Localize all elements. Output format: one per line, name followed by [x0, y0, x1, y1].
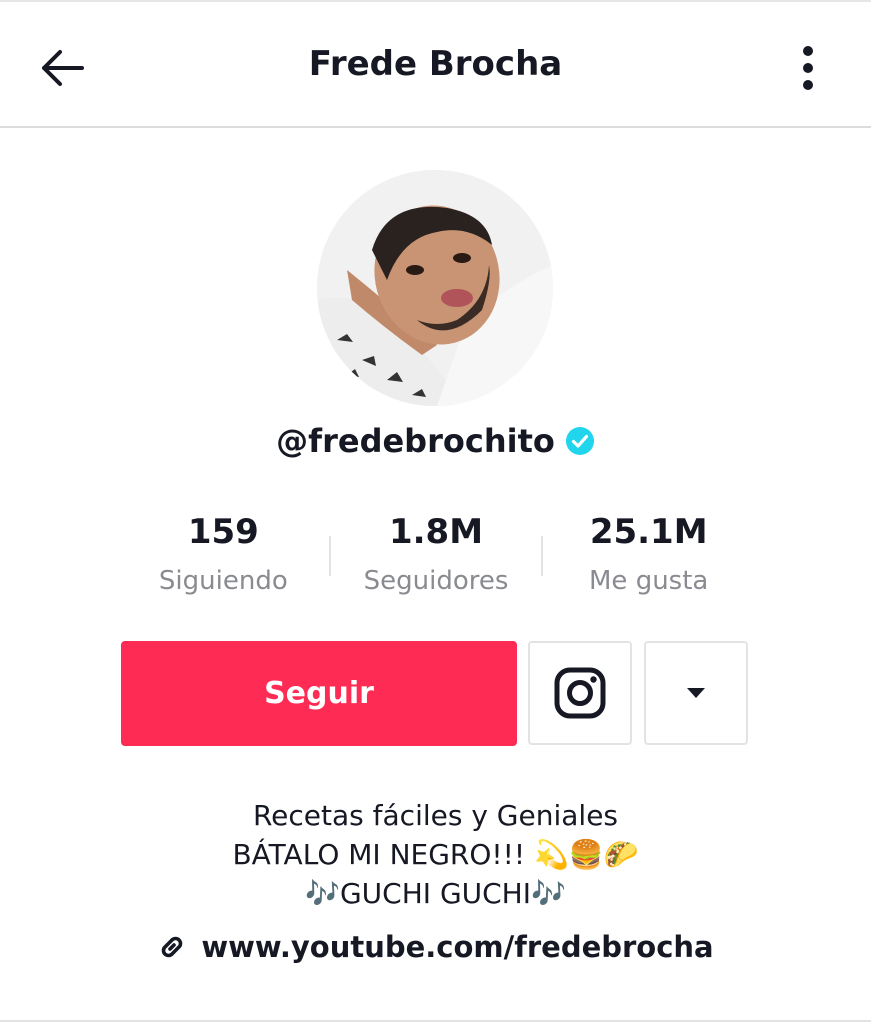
profile-link-text[interactable]: www.youtube.com/fredebrocha	[201, 930, 713, 964]
bio-line-1: Recetas fáciles y Geniales	[252, 799, 619, 832]
bio-line-3: 🎶GUCHI GUCHI🎶	[305, 877, 566, 910]
followers-label: Seguidores	[363, 566, 509, 596]
following-label: Siguiendo	[158, 566, 288, 596]
username: @fredebrochito	[276, 422, 555, 460]
bio-line-2: BÁTALO MI NEGRO!!! 💫🍔🌮	[232, 838, 639, 871]
likes-label: Me gusta	[589, 566, 709, 596]
likes-count: 25.1M	[589, 512, 708, 552]
instagram-icon	[554, 667, 606, 719]
header-title: Frede Brocha	[308, 44, 563, 84]
instagram-button[interactable]	[528, 641, 632, 745]
caret-down-icon	[687, 688, 705, 698]
profile-link[interactable]: www.youtube.com/fredebrocha	[0, 930, 871, 964]
link-icon	[162, 936, 183, 958]
profile-avatar	[317, 170, 553, 406]
stat-following[interactable]: 159 Siguiendo	[118, 510, 329, 610]
profile-actions: Seguir	[121, 641, 750, 746]
following-count: 159	[187, 512, 259, 552]
follow-button[interactable]: Seguir	[121, 641, 517, 746]
profile-header: Frede Brocha	[0, 2, 871, 128]
dropdown-button[interactable]	[644, 641, 748, 745]
profile-bio: Recetas fáciles y Geniales BÁTALO MI NEG…	[0, 796, 871, 913]
bottom-divider	[0, 1020, 871, 1022]
more-options-button[interactable]	[780, 38, 836, 98]
stat-followers[interactable]: 1.8M Seguidores	[331, 510, 542, 610]
username-row: @fredebrochito	[0, 422, 871, 460]
stat-likes: 25.1M Me gusta	[543, 510, 754, 610]
profile-stats: 159 Siguiendo 1.8M Seguidores 25.1M Me g…	[118, 510, 754, 610]
followers-count: 1.8M	[388, 512, 484, 552]
more-vertical-icon	[803, 46, 813, 90]
verified-badge-icon	[565, 426, 595, 456]
